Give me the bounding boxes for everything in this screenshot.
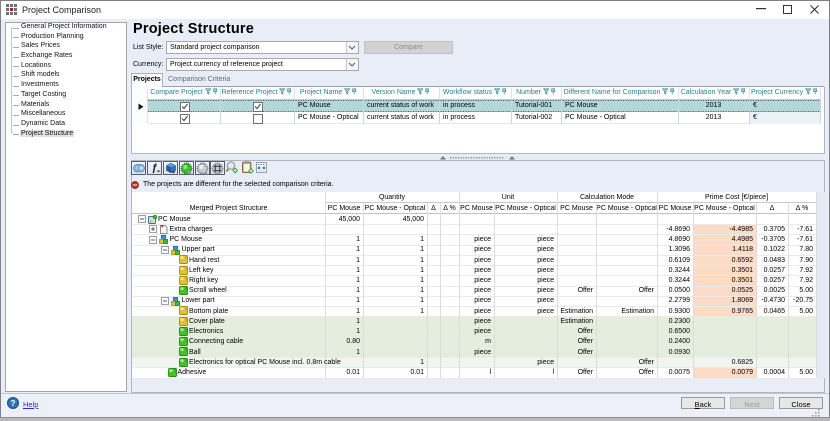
svg-text:?: ? [10, 398, 15, 408]
